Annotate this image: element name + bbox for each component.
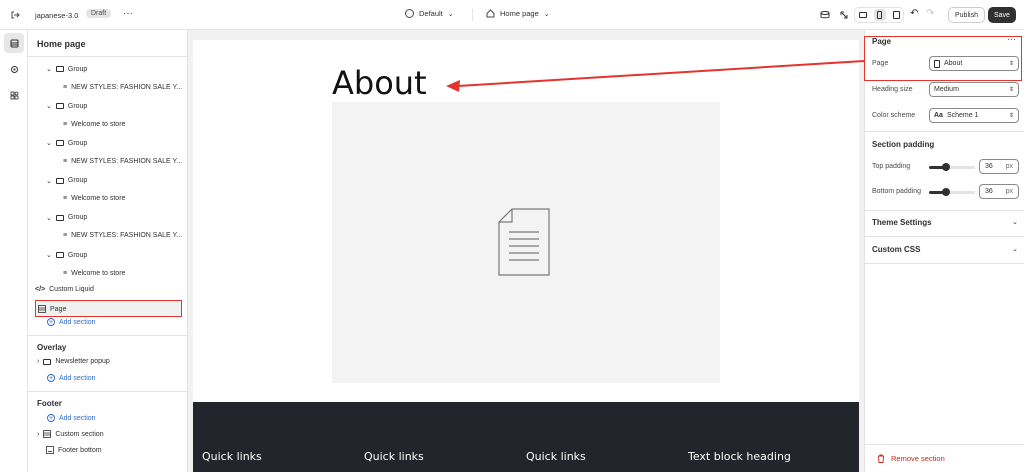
annotation-arrow [446,60,865,92]
